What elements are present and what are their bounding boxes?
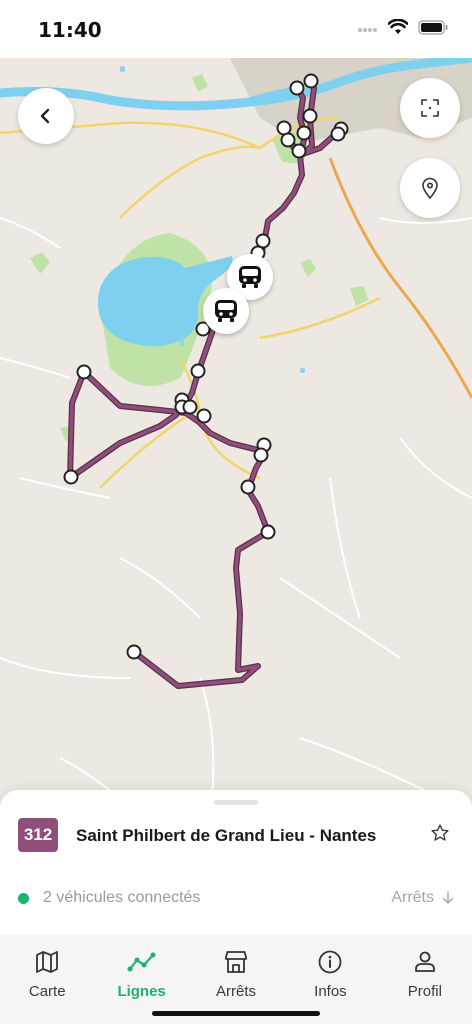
bus-icon	[239, 266, 261, 288]
back-button[interactable]	[18, 88, 74, 144]
wifi-icon	[388, 19, 408, 34]
status-icons	[358, 19, 448, 35]
stop-marker	[303, 73, 319, 89]
connection-status-dot	[18, 892, 29, 904]
stop-marker	[253, 447, 269, 463]
stops-button-label: Arrêts	[391, 889, 434, 906]
line-name: Saint Philbert de Grand Lieu - Nantes	[76, 826, 377, 845]
route-line	[67, 82, 343, 689]
stop-marker	[289, 80, 305, 96]
stop-marker	[76, 364, 92, 380]
route-stops[interactable]	[63, 73, 349, 660]
home-indicator[interactable]	[152, 1011, 320, 1016]
tab-label: Arrêts	[216, 983, 257, 1000]
location-pin-icon	[422, 177, 438, 199]
tab-carte[interactable]: Carte	[0, 935, 94, 1024]
battery-icon	[418, 19, 448, 35]
vehicles-count-text: 2 véhicules connectés	[43, 889, 201, 906]
line-info-sheet[interactable]: 312 Saint Philbert de Grand Lieu - Nante…	[0, 790, 472, 935]
stop-marker	[260, 524, 276, 540]
status-bar: 11:40	[0, 0, 472, 58]
stop-marker	[196, 408, 212, 424]
tab-label: Profil	[407, 983, 442, 1000]
stops-button[interactable]: Arrêts	[391, 889, 454, 907]
info-icon	[319, 950, 342, 974]
scan-button[interactable]	[400, 78, 460, 138]
person-icon	[414, 951, 435, 972]
tab-label: Carte	[28, 983, 66, 1000]
stop-marker	[280, 132, 296, 148]
stop-marker	[190, 363, 206, 379]
store-icon	[225, 951, 247, 973]
bus-icon	[215, 300, 237, 322]
stop-marker	[126, 644, 142, 660]
stop-marker	[63, 469, 79, 485]
tab-label: Lignes	[117, 983, 166, 1000]
tab-profil[interactable]: Profil	[378, 935, 472, 1024]
signal-icon	[358, 28, 377, 32]
tab-label: Infos	[314, 983, 347, 1000]
map-icon	[36, 951, 59, 973]
vehicles-status: 2 véhicules connectés	[18, 889, 200, 907]
status-time: 11:40	[38, 18, 102, 42]
stop-marker	[182, 399, 198, 415]
line-chart-icon	[127, 952, 156, 972]
arrow-down-icon	[442, 891, 454, 904]
star-icon	[431, 824, 449, 841]
sheet-drag-handle[interactable]	[214, 800, 258, 805]
bus-marker[interactable]	[203, 288, 249, 334]
scan-icon	[421, 99, 439, 117]
stop-marker	[330, 126, 346, 142]
chevron-left-icon	[40, 108, 50, 124]
route-map[interactable]	[0, 58, 472, 818]
stop-marker	[296, 125, 312, 141]
stop-marker	[240, 479, 256, 495]
map-canvas[interactable]	[0, 58, 472, 818]
line-number-badge: 312	[18, 818, 58, 852]
stop-marker	[302, 108, 318, 124]
locate-button[interactable]	[400, 158, 460, 218]
stop-marker	[291, 143, 307, 159]
favorite-button[interactable]	[430, 823, 450, 848]
